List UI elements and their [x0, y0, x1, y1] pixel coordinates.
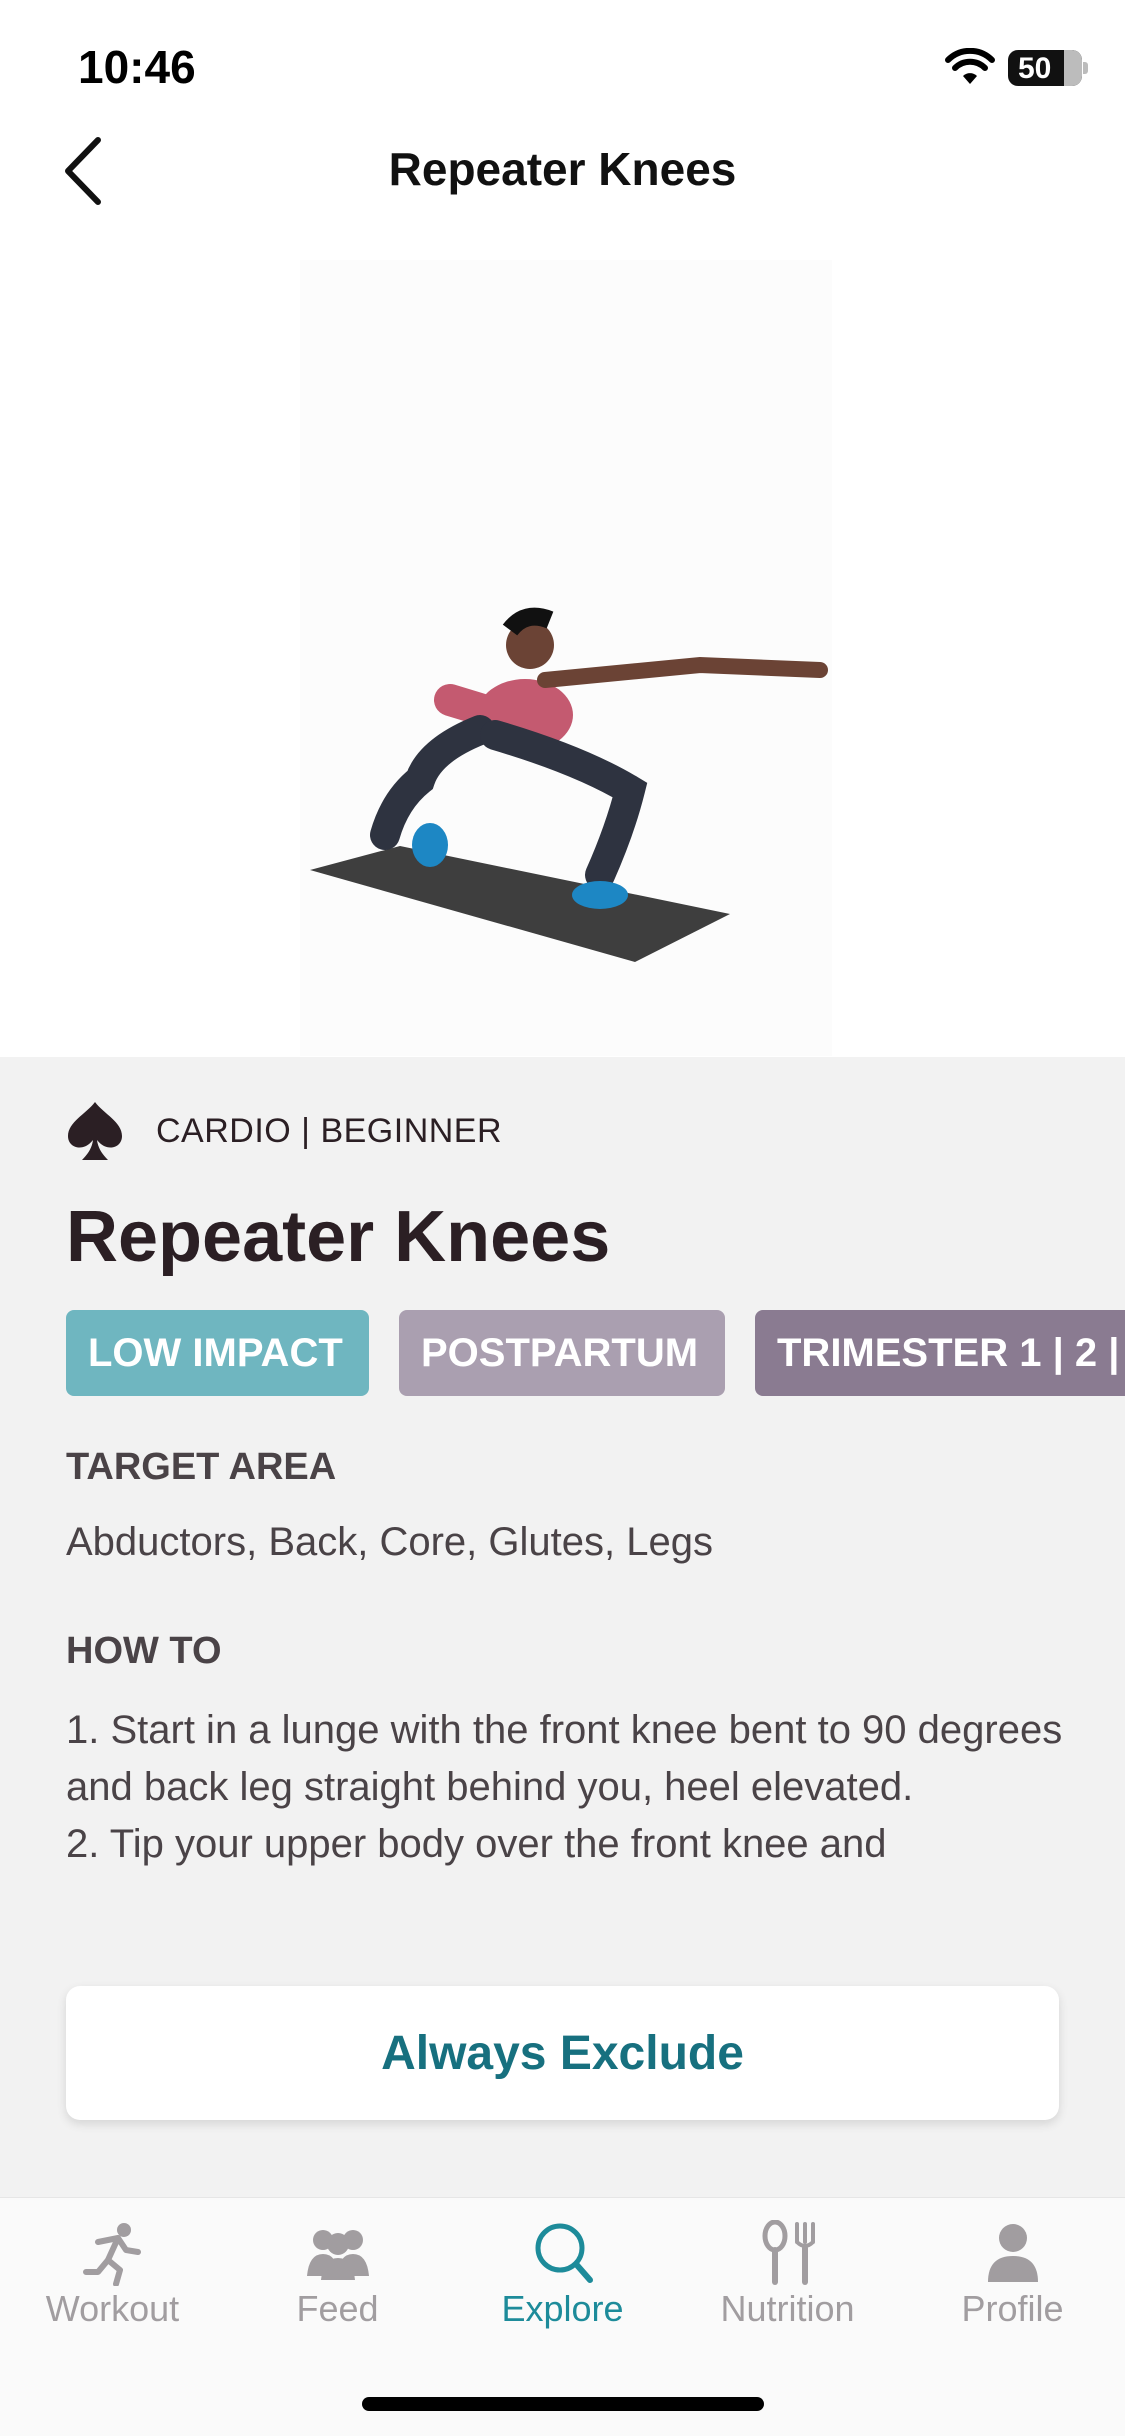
- person-icon: [987, 2224, 1038, 2282]
- how-to-text[interactable]: 1. Start in a lunge with the front knee …: [66, 1702, 1066, 1932]
- status-bar: 10:46 50: [0, 0, 1125, 130]
- tab-feed[interactable]: Feed: [225, 2220, 450, 2330]
- wifi-icon: [945, 48, 995, 84]
- target-area-value: Abductors, Back, Core, Glutes, Legs: [66, 1520, 713, 1564]
- page-title: Repeater Knees: [388, 143, 737, 195]
- tab-label: Profile: [961, 2288, 1064, 2329]
- tab-label: Workout: [45, 2288, 180, 2329]
- tab-workout[interactable]: Workout: [0, 2220, 225, 2330]
- spade-icon: [68, 1102, 122, 1160]
- tag-postpartum: POSTPARTUM: [399, 1310, 725, 1396]
- tab-label: Nutrition: [720, 2288, 855, 2329]
- battery-icon: 50: [1008, 50, 1088, 86]
- tab-label: Explore: [501, 2288, 624, 2329]
- status-time: 10:46: [78, 41, 196, 93]
- tab-label: Feed: [296, 2288, 379, 2329]
- target-area-label: TARGET AREA: [66, 1446, 337, 1488]
- always-exclude-button[interactable]: Always Exclude: [66, 1986, 1059, 2120]
- battery-level: 50: [1018, 52, 1052, 85]
- tag-low-impact: LOW IMPACT: [66, 1310, 369, 1396]
- exercise-title: Repeater Knees: [66, 1197, 611, 1277]
- how-to-label: HOW TO: [66, 1630, 222, 1672]
- tab-explore[interactable]: Explore: [450, 2220, 675, 2330]
- exercise-image: [300, 260, 832, 1056]
- home-indicator: [362, 2397, 764, 2411]
- people-group-icon: [306, 2230, 369, 2280]
- tab-nutrition[interactable]: Nutrition: [675, 2220, 900, 2330]
- category-label: CARDIO | BEGINNER: [156, 1112, 503, 1150]
- search-icon: [535, 2223, 593, 2283]
- fork-spoon-icon: [762, 2220, 815, 2285]
- running-person-icon: [82, 2223, 141, 2286]
- tag-trimester: TRIMESTER 1 | 2 |: [755, 1310, 1125, 1396]
- tab-profile[interactable]: Profile: [900, 2220, 1125, 2330]
